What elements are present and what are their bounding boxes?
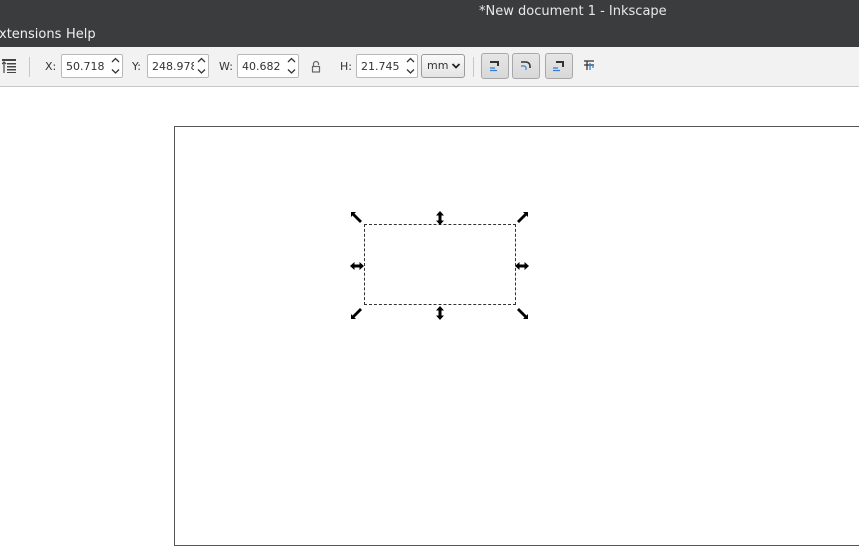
- chevron-down-icon: [451, 61, 461, 74]
- menu-extensions[interactable]: xtensions: [0, 27, 61, 42]
- tool-controls-bar: X: Y: W:: [0, 47, 859, 87]
- scale-handle-bottom-icon[interactable]: [433, 305, 447, 320]
- x-input[interactable]: [62, 55, 108, 77]
- scale-stroke-toggle[interactable]: [481, 53, 509, 79]
- menu-help[interactable]: Help: [66, 27, 96, 42]
- raise-to-top-icon[interactable]: [1, 59, 16, 76]
- w-spinbox: [237, 54, 299, 78]
- scale-handle-top-left-icon[interactable]: [350, 210, 364, 224]
- y-spinbox: [147, 54, 209, 78]
- x-spinbox: [61, 54, 123, 78]
- h-label: H:: [340, 60, 352, 73]
- y-decrement-icon[interactable]: [195, 66, 208, 77]
- x-decrement-icon[interactable]: [109, 66, 122, 77]
- h-spinbox: [356, 54, 418, 78]
- scale-handle-top-icon[interactable]: [433, 210, 447, 225]
- w-input[interactable]: [238, 55, 284, 77]
- h-increment-icon[interactable]: [404, 55, 417, 66]
- lock-icon[interactable]: [310, 60, 322, 77]
- title-bar: *New document 1 - Inkscape: [0, 0, 859, 24]
- scale-handle-bottom-left-icon[interactable]: [350, 305, 364, 319]
- y-label: Y:: [132, 60, 141, 73]
- w-label: W:: [219, 60, 233, 73]
- scale-handle-right-icon[interactable]: [515, 258, 529, 272]
- drawing-canvas[interactable]: [0, 87, 859, 546]
- move-patterns-toggle[interactable]: [576, 53, 604, 79]
- scale-rounded-corners-toggle[interactable]: [512, 53, 540, 79]
- toolbar-separator: [29, 57, 30, 77]
- scale-handle-left-icon[interactable]: [350, 258, 364, 272]
- unit-select[interactable]: mm: [421, 54, 465, 78]
- selection-bounding-box[interactable]: [364, 224, 516, 305]
- w-decrement-icon[interactable]: [285, 66, 298, 77]
- h-input[interactable]: [357, 55, 403, 77]
- w-increment-icon[interactable]: [285, 55, 298, 66]
- h-decrement-icon[interactable]: [404, 66, 417, 77]
- menu-bar: xtensions Help: [0, 24, 859, 47]
- x-label: X:: [45, 60, 57, 73]
- move-gradients-toggle[interactable]: [545, 53, 573, 79]
- scale-handle-bottom-right-icon[interactable]: [515, 305, 529, 319]
- toolbar-separator: [473, 57, 474, 77]
- page-area[interactable]: [174, 126, 859, 546]
- scale-handle-top-right-icon[interactable]: [515, 210, 529, 224]
- y-increment-icon[interactable]: [195, 55, 208, 66]
- unit-selected-value: mm: [427, 59, 449, 72]
- y-input[interactable]: [148, 55, 194, 77]
- window-title: *New document 1 - Inkscape: [479, 4, 667, 19]
- x-increment-icon[interactable]: [109, 55, 122, 66]
